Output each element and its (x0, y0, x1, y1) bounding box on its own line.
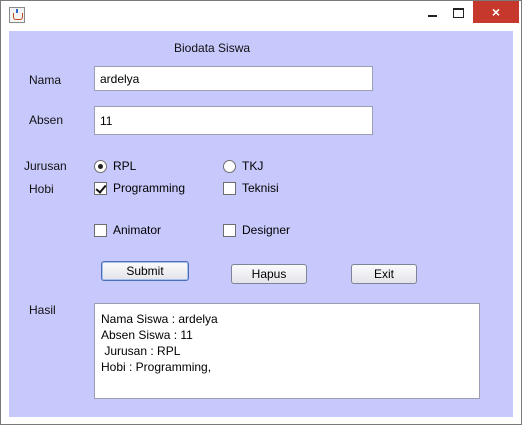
exit-button[interactable]: Exit (351, 264, 417, 284)
maximize-button[interactable] (445, 1, 471, 23)
jurusan-label: Jurusan (24, 159, 67, 173)
radio-rpl[interactable]: RPL (94, 158, 136, 174)
radio-tkj-indicator[interactable] (223, 159, 236, 173)
nama-label: Nama (29, 73, 62, 87)
radio-rpl-indicator[interactable] (94, 159, 107, 173)
close-icon: × (491, 4, 501, 20)
absen-input[interactable] (94, 106, 373, 135)
form-heading: Biodata Siswa (174, 41, 251, 55)
maximize-icon (452, 7, 464, 18)
checkbox-teknisi-label: Teknisi (242, 181, 279, 195)
checkbox-designer-label: Designer (242, 223, 291, 237)
radio-tkj-label: TKJ (242, 159, 264, 173)
checkbox-designer-indicator[interactable] (223, 223, 236, 237)
checkbox-programming-indicator[interactable] (94, 181, 107, 195)
absen-label: Absen (29, 113, 64, 127)
submit-button[interactable]: Submit (101, 261, 189, 281)
checkbox-teknisi[interactable]: Teknisi (223, 180, 279, 196)
minimize-icon (427, 14, 437, 17)
checkbox-animator-indicator[interactable] (94, 223, 107, 237)
hobi-label: Hobi (29, 182, 54, 196)
java-app-icon (9, 7, 25, 23)
hasil-textarea[interactable]: Nama Siswa : ardelya Absen Siswa : 11 Ju… (94, 303, 480, 399)
checkbox-programming-label: Programming (113, 181, 186, 195)
hasil-label: Hasil (29, 303, 56, 317)
form-panel: Biodata Siswa Nama Absen Jurusan RPL TKJ… (9, 31, 513, 417)
checkbox-animator[interactable]: Animator (94, 222, 161, 238)
app-window: × Biodata Siswa Nama Absen Jurusan RPL T… (0, 0, 522, 425)
nama-input[interactable] (94, 66, 373, 91)
window-bottom-edge (1, 417, 521, 424)
radio-rpl-label: RPL (113, 159, 137, 173)
checkbox-programming[interactable]: Programming (94, 180, 185, 196)
close-button[interactable]: × (473, 1, 519, 23)
minimize-button[interactable] (419, 1, 445, 23)
checkbox-animator-label: Animator (113, 223, 162, 237)
checkbox-teknisi-indicator[interactable] (223, 181, 236, 195)
radio-tkj[interactable]: TKJ (223, 158, 263, 174)
checkbox-designer[interactable]: Designer (223, 222, 290, 238)
title-bar[interactable]: × (1, 1, 521, 30)
hapus-button[interactable]: Hapus (231, 264, 307, 284)
